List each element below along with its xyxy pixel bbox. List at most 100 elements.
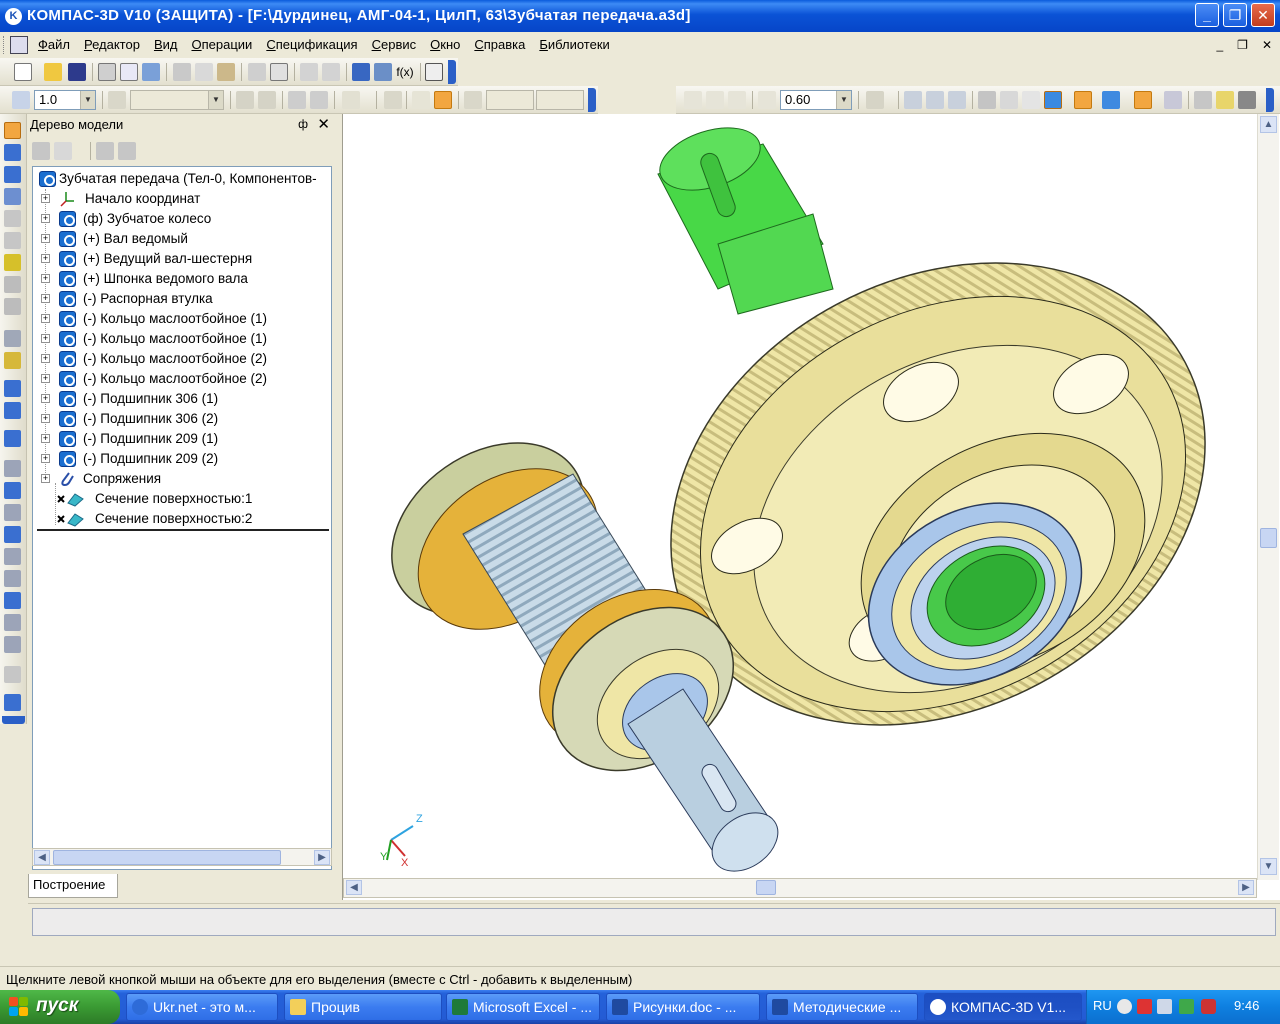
tree-horizontal-scrollbar[interactable]: ◀ ▶ [32,848,332,866]
scroll-right-icon[interactable]: ▶ [314,850,330,865]
show-all-icon[interactable] [926,91,944,109]
chevron-down-icon[interactable]: ▼ [836,91,851,109]
task-browser[interactable]: Ukr.net - это м... [126,993,278,1021]
scroll-thumb[interactable] [53,850,281,865]
hole-icon[interactable] [4,548,21,565]
wireframe-icon[interactable] [978,91,996,109]
tree-item-key[interactable]: + (+) Шпонка ведомого вала [33,269,331,289]
menu-operations[interactable]: Операции [191,37,252,52]
scroll-right-icon[interactable]: ▶ [1238,880,1254,895]
cut-icon[interactable] [173,63,191,81]
menu-edit[interactable]: Редактор [84,37,140,52]
paste-icon[interactable] [217,63,235,81]
save-icon[interactable] [68,63,86,81]
display-icon[interactable] [1164,91,1182,109]
expand-icon[interactable]: + [41,294,50,303]
expand-icon[interactable]: + [41,274,50,283]
section-view-icon[interactable] [1134,91,1152,109]
menu-libraries[interactable]: Библиотеки [539,37,609,52]
undo-icon[interactable] [300,63,318,81]
scroll-left-icon[interactable]: ◀ [34,850,50,865]
copy-icon[interactable] [195,63,213,81]
rollback-line[interactable] [37,529,329,531]
rotate-component-icon[interactable] [4,402,21,419]
mdi-restore-button[interactable]: ❐ [1237,38,1248,52]
revolve-icon[interactable] [4,526,21,543]
library-manager-icon[interactable] [374,63,392,81]
tree-item-bearing[interactable]: + (-) Подшипник 209 (1) [33,429,331,449]
tree-show-icon[interactable] [96,142,114,160]
snap-icon[interactable] [288,91,306,109]
tree-item-bearing[interactable]: + (-) Подшипник 306 (2) [33,409,331,429]
rib-icon[interactable] [4,636,21,653]
model-tree[interactable]: Зубчатая передача (Тел-0, Компонентов- +… [32,166,332,870]
tree-root[interactable]: Зубчатая передача (Тел-0, Компонентов- [33,169,331,189]
toolbar-options-button[interactable] [588,88,596,112]
print-icon[interactable] [98,63,116,81]
zoom-window-icon[interactable] [684,91,702,109]
reports-icon[interactable] [4,298,21,315]
minimize-button[interactable]: _ [1195,3,1219,27]
expand-icon[interactable]: + [41,254,50,263]
tree-item-oil-ring[interactable]: + (-) Кольцо маслоотбойное (2) [33,349,331,369]
tree-item-spacer-sleeve[interactable]: + (-) Распорная втулка [33,289,331,309]
spec-icon[interactable] [4,276,21,293]
scroll-down-icon[interactable]: ▼ [1260,858,1277,875]
toolbar-options-button[interactable] [1266,88,1274,112]
menu-file[interactable]: Файл [38,37,70,52]
layer-icon[interactable] [108,91,126,109]
expand-icon[interactable]: + [41,214,50,223]
menu-help[interactable]: Справка [474,37,525,52]
pan-icon[interactable] [904,91,922,109]
manager-icon[interactable] [352,63,370,81]
close-icon[interactable]: ✕ [317,115,330,133]
orientation-menu-icon[interactable] [866,91,884,109]
mirror-icon[interactable] [4,666,21,683]
chevron-down-icon[interactable]: ▼ [208,91,223,109]
step-combo[interactable]: 1.0 ▼ [34,90,96,110]
spatial-curves-icon[interactable] [4,144,21,161]
local-cs-icon[interactable] [236,91,254,109]
menu-service[interactable]: Сервис [372,37,417,52]
task-word-methodical[interactable]: Методические ... [766,993,918,1021]
model-viewport[interactable]: Z X Y ▲ ▼ ◀ ▶ [342,114,1280,900]
tree-item-driven-shaft[interactable]: + (+) Вал ведомый [33,229,331,249]
edit-icon[interactable] [1216,91,1234,109]
start-button[interactable]: пуск [0,990,120,1024]
zoom-in-icon[interactable] [706,91,724,109]
document-icon[interactable] [10,36,28,54]
expand-icon[interactable]: + [41,194,50,203]
property-panel-field[interactable] [32,908,1276,936]
viewport-vertical-scrollbar[interactable]: ▲ ▼ [1257,114,1279,880]
tree-item-bearing[interactable]: + (-) Подшипник 306 (1) [33,389,331,409]
round-icon[interactable] [412,91,430,109]
properties-icon[interactable] [270,63,288,81]
gear-assembly-model[interactable]: Z X Y [343,114,1257,880]
task-word-figures[interactable]: Рисунки.doc - ... [606,993,760,1021]
network-icon[interactable] [1157,999,1172,1014]
variables-button[interactable]: f(x) [396,63,414,81]
scroll-thumb[interactable] [756,880,776,895]
toolbar-options-button[interactable] [448,60,456,84]
scroll-up-icon[interactable]: ▲ [1260,116,1277,133]
tree-view-icon[interactable] [118,142,136,160]
move-component-icon[interactable] [4,380,21,397]
snap-2-icon[interactable] [310,91,328,109]
kompas-app-icon[interactable]: K [5,8,22,25]
tree-item-section-1[interactable]: Сечение поверхностью:1 [33,489,331,509]
expand-icon[interactable]: + [41,314,50,323]
shield-icon[interactable] [1201,999,1216,1014]
print-preview-icon[interactable] [120,63,138,81]
hidden-lines-icon[interactable] [1000,91,1018,109]
measure-icon[interactable] [1194,91,1212,109]
export-icon[interactable] [142,63,160,81]
ortho-icon[interactable] [384,91,402,109]
layer-combo[interactable]: ▼ [130,90,224,110]
format-painter-icon[interactable] [248,63,266,81]
language-indicator[interactable]: RU [1093,998,1112,1013]
fillet-icon[interactable] [4,570,21,587]
expand-icon[interactable]: + [41,354,50,363]
menu-window[interactable]: Окно [430,37,460,52]
rotate-icon[interactable] [948,91,966,109]
section-icon[interactable] [4,694,21,711]
